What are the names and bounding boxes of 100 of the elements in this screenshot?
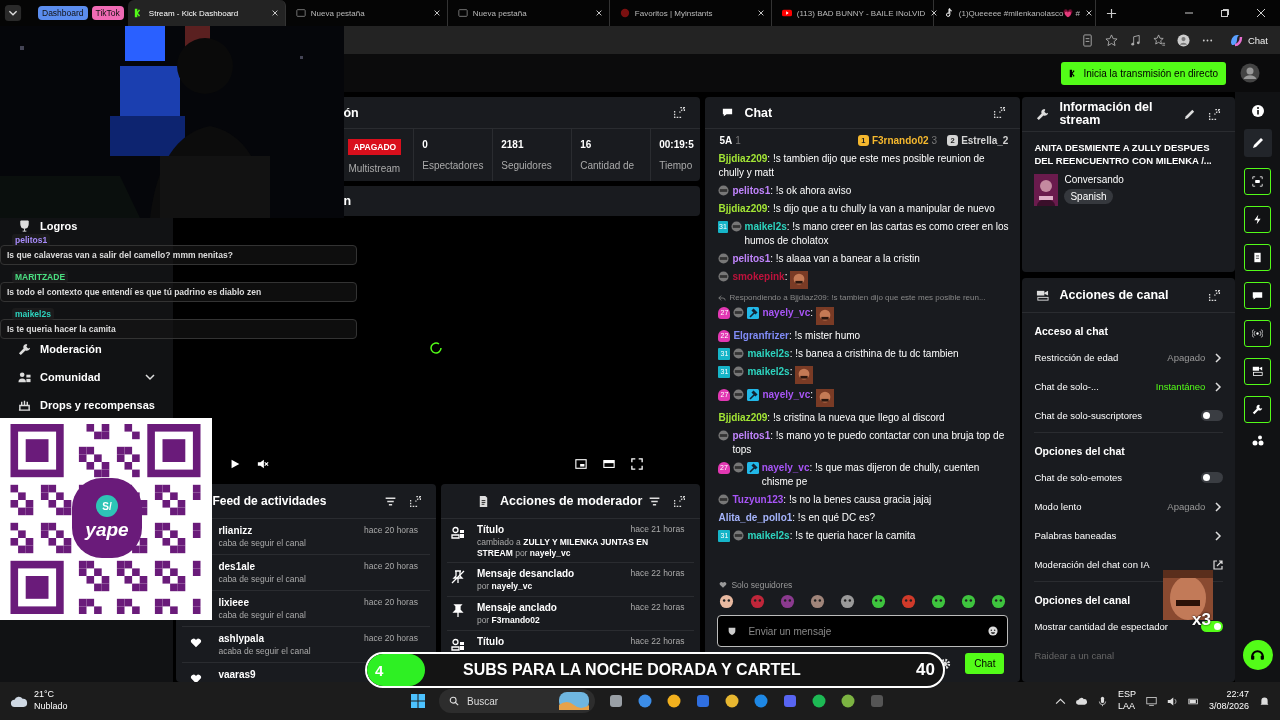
setting-label[interactable]: Chat de solo-... (1034, 381, 1099, 392)
fullscreen-icon[interactable] (631, 458, 644, 470)
emote-icon[interactable] (840, 594, 856, 609)
app-icon[interactable] (637, 693, 653, 709)
leader-score: 3 (931, 135, 938, 146)
language-tag[interactable]: Spanish (1064, 188, 1113, 204)
app-icon[interactable] (811, 693, 827, 709)
edit-icon[interactable] (1250, 136, 1265, 150)
avatar-icon[interactable] (1240, 63, 1260, 83)
copilot-button[interactable]: Chat (1224, 30, 1272, 50)
go-live-button[interactable]: Inicia la transmisión en directo (1061, 61, 1226, 85)
start-icon[interactable] (410, 693, 426, 709)
stat-value: 0 (422, 139, 429, 150)
info-icon[interactable] (1250, 104, 1265, 118)
emote-icon[interactable] (870, 594, 886, 609)
support-button[interactable] (1242, 640, 1273, 670)
taskbar-search[interactable]: Buscar (439, 689, 595, 713)
dots-icon[interactable] (1250, 434, 1265, 448)
sidebar-item[interactable]: Comunidad (0, 369, 174, 385)
setting-label[interactable]: Restricción de edad (1034, 352, 1119, 363)
panel-title: Información del stream (1059, 100, 1154, 128)
browser-tab[interactable]: Stream - Kick Dashboard (127, 0, 286, 26)
external-link-icon[interactable] (1213, 559, 1224, 570)
emote-icon[interactable] (930, 594, 946, 609)
profile-icon[interactable] (1176, 33, 1190, 47)
setting-label[interactable]: Moderación del chat con IA (1034, 559, 1150, 570)
restore-icon[interactable] (1220, 8, 1230, 18)
emote-icon[interactable] (719, 594, 735, 609)
close-icon[interactable] (432, 9, 441, 17)
microphone-icon[interactable] (1096, 695, 1108, 707)
activity-text: caba de seguir el canal (218, 538, 307, 548)
app-icon[interactable] (753, 693, 769, 709)
cloud-app-icon[interactable] (1075, 695, 1087, 707)
network-icon[interactable] (1145, 695, 1157, 707)
edit-icon[interactable] (1183, 107, 1197, 121)
mute-icon[interactable] (257, 458, 270, 470)
picture-in-picture-icon[interactable] (575, 458, 588, 470)
screen-capture-button[interactable] (1244, 168, 1272, 195)
emoji-icon[interactable] (988, 626, 999, 636)
app-icon[interactable] (608, 693, 624, 709)
chat-username: smokepink: (732, 270, 788, 284)
app-icon[interactable] (666, 693, 682, 709)
close-icon[interactable] (270, 9, 279, 17)
category-name[interactable]: Conversando (1064, 173, 1124, 185)
chevron-up-icon[interactable] (1054, 695, 1066, 707)
close-window-icon[interactable] (1256, 8, 1266, 18)
message-input[interactable]: Enviar un mensaje (717, 615, 1009, 647)
wrench-button[interactable] (1244, 396, 1272, 423)
camera-button[interactable] (1244, 358, 1272, 385)
emote-icon[interactable] (991, 594, 1007, 609)
volume-icon[interactable] (1166, 695, 1178, 707)
battery-icon[interactable] (1187, 695, 1199, 707)
sidebar-item[interactable]: Moderación (0, 341, 174, 357)
notification-icon[interactable] (1259, 695, 1270, 707)
reader-icon[interactable] (1080, 33, 1094, 47)
moderator-badge-icon (747, 389, 760, 401)
copilot-logo-icon (1228, 33, 1243, 47)
toggle-switch[interactable] (1201, 472, 1224, 483)
popout-icon[interactable] (673, 106, 687, 119)
sidebar-item[interactable]: Logros (0, 218, 174, 234)
close-icon[interactable] (756, 9, 765, 17)
stat-value: 00:19:5 (659, 139, 695, 150)
clock[interactable]: 22:47 3/08/2026 (1208, 689, 1249, 713)
chat-message: maikel2s: !s te queria hacer la camita (747, 529, 916, 543)
close-icon[interactable] (594, 9, 603, 17)
language-indicator[interactable]: ESP LAA (1117, 689, 1136, 713)
broadcast-button[interactable] (1244, 320, 1272, 347)
setting-label[interactable]: Palabras baneadas (1034, 530, 1117, 541)
theater-mode-icon[interactable] (603, 458, 616, 470)
close-icon[interactable] (1085, 9, 1094, 17)
gift-icon (18, 398, 31, 412)
sidebar-item[interactable]: Drops y recompensas (0, 397, 174, 413)
app-icon[interactable] (782, 693, 798, 709)
chat-button[interactable] (1244, 282, 1272, 309)
popout-icon[interactable] (673, 494, 687, 508)
tab-group-label[interactable]: TikTok (91, 6, 124, 20)
new-tab-icon[interactable] (1105, 7, 1117, 19)
setting-label[interactable]: Modo lento (1034, 501, 1082, 512)
send-button[interactable]: Chat (965, 653, 1005, 674)
lightning-button[interactable] (1244, 206, 1272, 233)
popout-icon[interactable] (1208, 107, 1222, 121)
star-icon[interactable] (1104, 33, 1118, 47)
popout-icon[interactable] (1208, 288, 1222, 302)
section-heading: Opciones del canal (1034, 593, 1132, 608)
chat-message-toast: Is te queria hacer la camita (0, 319, 357, 339)
app-icon[interactable] (840, 693, 856, 709)
popout-icon[interactable] (993, 106, 1007, 119)
emote-icon[interactable] (961, 594, 977, 609)
tab-group-label[interactable]: Dashboard (38, 6, 88, 20)
close-icon[interactable] (930, 9, 939, 17)
popout-icon[interactable] (408, 494, 422, 508)
app-icon[interactable] (724, 693, 740, 709)
currency-badge: S/ (96, 495, 118, 517)
document-button[interactable] (1244, 244, 1272, 271)
emote-icon[interactable] (810, 594, 826, 609)
toggle-switch[interactable] (1201, 410, 1224, 421)
tab-list-icon[interactable] (4, 4, 22, 22)
music-icon[interactable] (1128, 33, 1142, 47)
favorites-icon[interactable] (1152, 33, 1166, 47)
username-toast: maikel2s (12, 308, 54, 320)
